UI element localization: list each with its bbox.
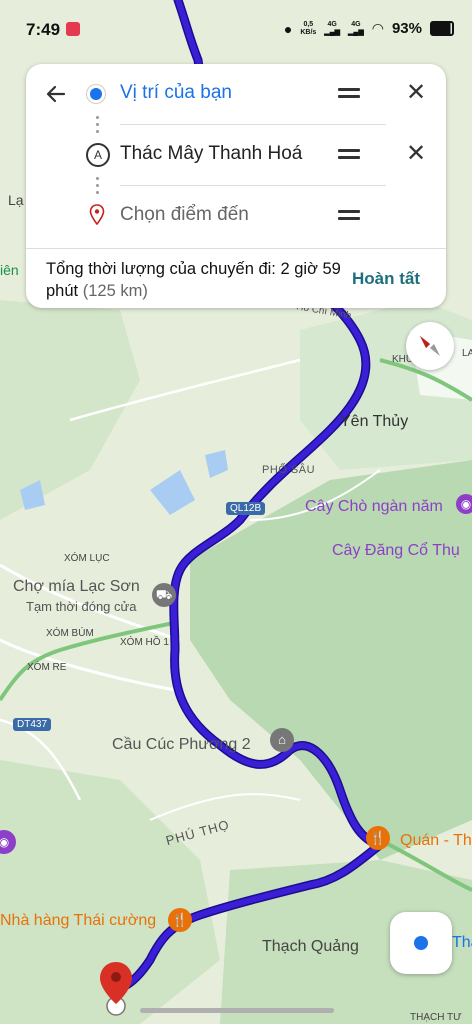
restaurant-icon: 🍴	[366, 826, 390, 850]
trip-summary: Tổng thời lượng của chuyến đi: 2 giờ 59 …	[26, 248, 446, 309]
poi-cau-cuc-phuong[interactable]: Cầu Cúc Phương 2	[112, 736, 251, 754]
bridge-icon: ⌂	[270, 728, 294, 752]
waypoint-a-icon: A	[86, 143, 110, 167]
map-label-thach-tu: THẠCH TƯ	[410, 1012, 462, 1023]
drag-handle-icon[interactable]	[338, 88, 360, 98]
destination-pin-icon[interactable]	[98, 960, 134, 1016]
compass-icon	[420, 336, 440, 356]
poi-camera-icon: ◉	[456, 494, 472, 514]
signal-1: 4G ▂▄▆	[324, 20, 341, 36]
my-location-button[interactable]	[390, 912, 452, 974]
map-label-xom-re: XÓM RE	[27, 662, 67, 673]
poi-nha-hang[interactable]: Nhà hàng Thái cường	[0, 912, 156, 930]
restaurant-icon: 🍴	[168, 908, 192, 932]
location-icon: ●	[283, 20, 293, 37]
road-badge-ql12b: QL12B	[226, 502, 266, 515]
map-label-xom-ho: XÓM HỒ 1	[120, 637, 169, 648]
battery-percent: 93%	[391, 20, 422, 37]
status-bar: 7:49 ● 0,5 KB/s 4G ▂▄▆ 4G ▂▄▆ ◠ 93%	[0, 0, 472, 60]
map-label-la: Lạ	[8, 192, 24, 208]
poi-quan[interactable]: Quán - Th	[400, 832, 472, 850]
waypoint-row[interactable]: A Thác Mây Thanh Hoá ✕	[26, 125, 446, 185]
signal-2: 4G ▂▄▆	[348, 20, 364, 36]
trip-distance: (125 km)	[82, 282, 148, 300]
map-label-yen-thuy: Yên Thủy	[340, 413, 409, 430]
waypoint-label[interactable]: Thác Mây Thanh Hoá	[120, 143, 302, 165]
directions-card: Vị trí của bạn ✕ A Thác Mây Thanh Hoá ✕ …	[26, 64, 446, 308]
map-label-la-right: LA	[462, 348, 472, 359]
origin-row[interactable]: Vị trí của bạn ✕	[26, 64, 446, 124]
poi-cho-mia[interactable]: Chợ mía Lạc Sơn	[13, 578, 140, 596]
destination-row[interactable]: Chọn điểm đến	[26, 186, 446, 246]
poi-cay-cho[interactable]: Cây Chò ngàn năm	[305, 498, 443, 516]
battery-icon	[430, 21, 454, 36]
close-icon[interactable]: ✕	[404, 139, 428, 168]
poi-cay-dang[interactable]: Cây Đăng Cổ Thụ	[332, 542, 460, 560]
done-button[interactable]: Hoàn tất	[352, 269, 420, 289]
shopping-icon: ⛟	[152, 583, 176, 607]
poi-cho-mia-status: Tạm thời đóng cửa	[26, 599, 137, 614]
map-label-xom-bum: XÓM BÚM	[46, 628, 94, 639]
trip-summary-text: Tổng thời lượng của chuyến đi: 2 giờ 59 …	[46, 260, 341, 300]
origin-label[interactable]: Vị trí của bạn	[120, 82, 232, 104]
screen-record-icon	[66, 22, 80, 36]
destination-input[interactable]: Chọn điểm đến	[120, 204, 249, 226]
home-indicator[interactable]	[140, 1008, 334, 1013]
map-label-lien: iên	[0, 262, 19, 278]
map-label-thach-quang: Thạch Quảng	[262, 938, 359, 955]
map-label-xom-luc: XÓM LỤC	[64, 553, 110, 564]
status-right: ● 0,5 KB/s 4G ▂▄▆ 4G ▂▄▆ ◠ 93%	[284, 20, 454, 37]
drag-handle-icon[interactable]	[338, 149, 360, 159]
destination-pin-icon	[89, 204, 105, 226]
net-speed: 0,5 KB/s	[300, 20, 317, 36]
close-icon[interactable]: ✕	[404, 78, 428, 107]
origin-dot-icon	[90, 88, 102, 100]
my-location-icon	[414, 936, 428, 950]
map-label-pho-sau: PHỐ SÂU	[262, 464, 316, 476]
drag-handle-icon[interactable]	[338, 210, 360, 220]
poi-thach-right[interactable]: Thạ	[452, 934, 472, 952]
compass-button[interactable]	[406, 322, 454, 370]
wifi-icon: ◠	[371, 20, 384, 36]
road-badge-dt437: DT437	[13, 718, 52, 731]
status-time: 7:49	[26, 20, 61, 39]
